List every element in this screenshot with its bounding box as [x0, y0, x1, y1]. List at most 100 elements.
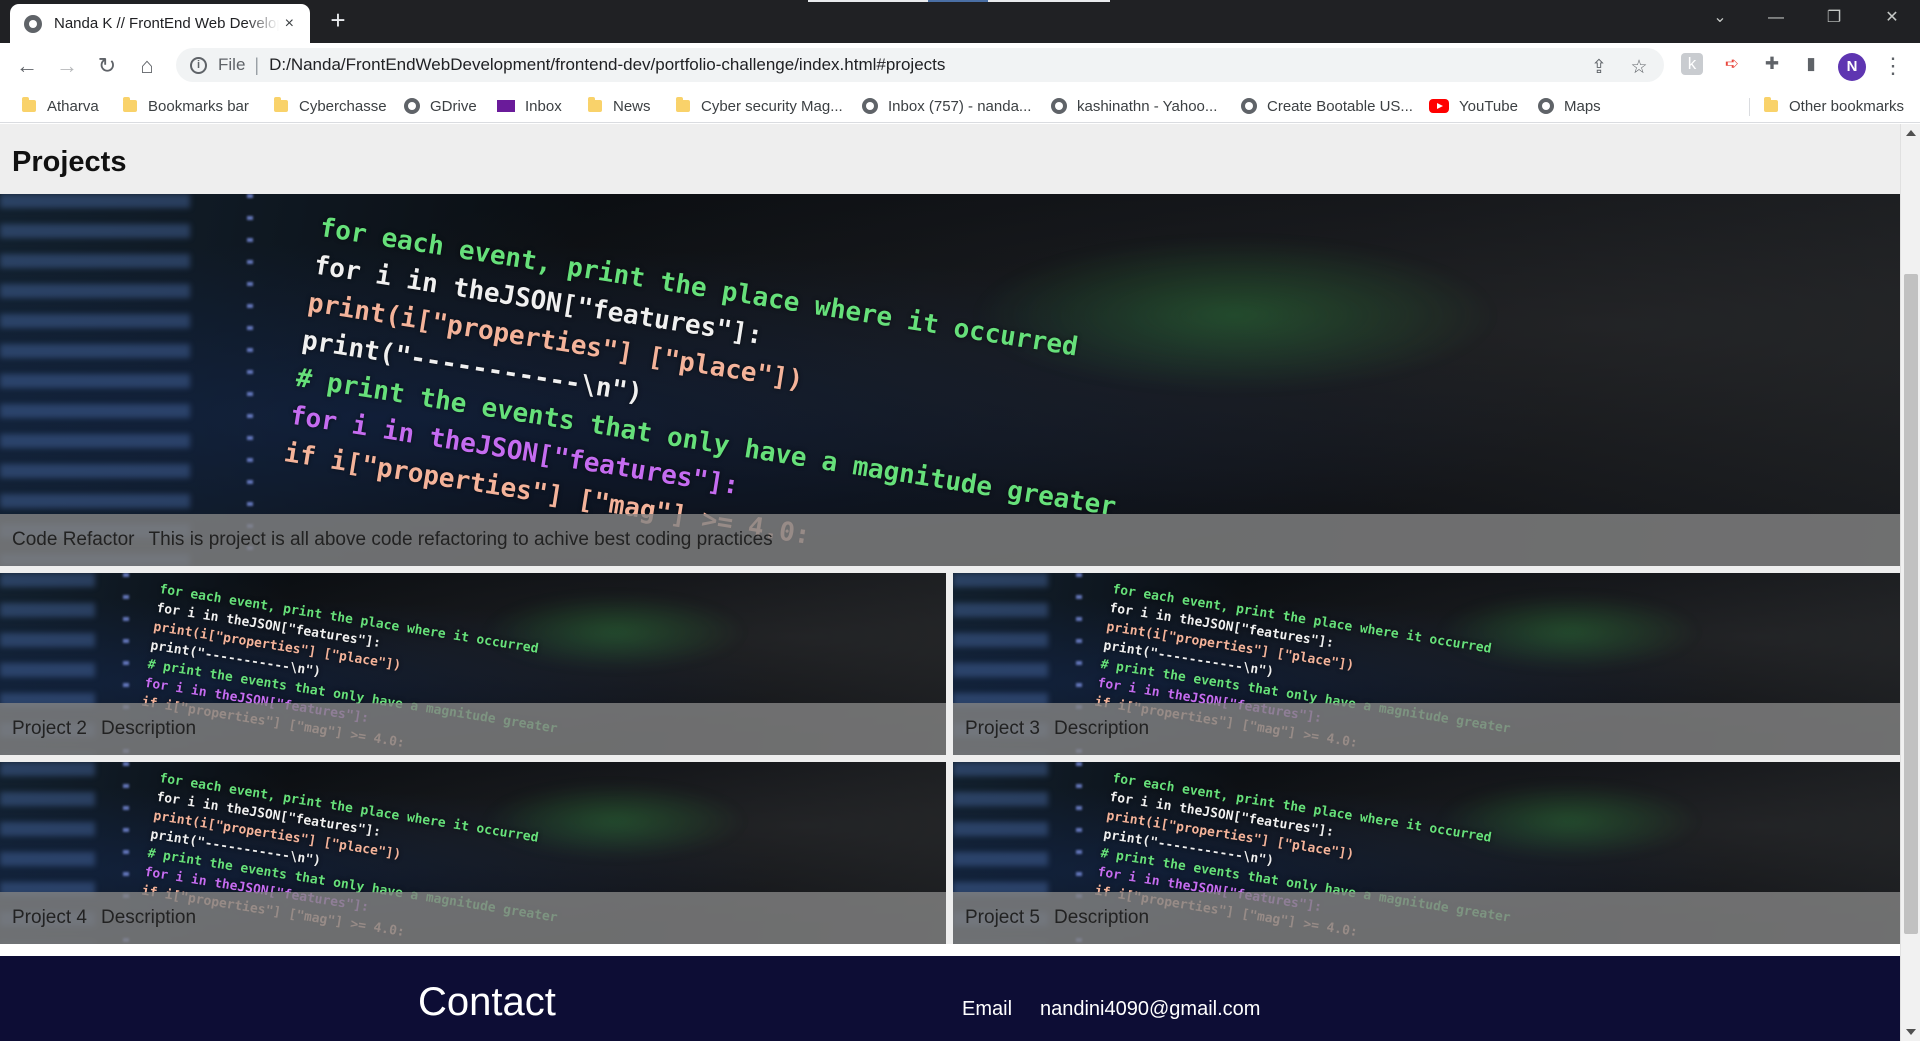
project-description: This is project is all above code refact…: [148, 529, 773, 550]
side-panel-icon[interactable]: ▮: [1800, 53, 1822, 75]
bookmark-label: Inbox: [525, 97, 562, 115]
project-card[interactable]: for each event, print the place where it…: [0, 573, 946, 755]
puzzle-icon[interactable]: ✚: [1761, 53, 1783, 75]
section-spacer: [0, 944, 1900, 956]
url-separator: |: [254, 54, 260, 75]
bookmark-label: Atharva: [47, 97, 99, 115]
page-viewport: Projects for each event, print the place…: [0, 124, 1920, 1041]
folder-icon: [123, 97, 137, 112]
bookmarks-bar: Atharva Bookmarks bar Cyberchasse GDrive…: [0, 88, 1920, 123]
code-screenshot-image: for each event, print the place where it…: [0, 194, 1900, 566]
scrollbar-thumb[interactable]: [1904, 274, 1918, 934]
forward-button[interactable]: →: [52, 51, 82, 81]
project-title: Project 2: [12, 718, 87, 739]
share-icon[interactable]: ⇪: [1586, 56, 1612, 79]
tab-strip: Nanda K // FrontEnd Web Developer × + ⌄ …: [0, 0, 1920, 43]
new-tab-button[interactable]: +: [324, 6, 352, 34]
bookmark-divider: [1749, 98, 1750, 116]
project-description: Description: [1053, 718, 1150, 739]
bookmark-item[interactable]: Create Bootable US...: [1241, 95, 1413, 117]
project-caption: Project 5 Description: [953, 892, 1900, 944]
home-button[interactable]: ⌂: [132, 51, 162, 81]
bookmark-item[interactable]: Other bookmarks: [1764, 95, 1904, 117]
project-card[interactable]: for each event, print the place where it…: [0, 194, 1900, 566]
extension-icon[interactable]: k: [1681, 53, 1703, 75]
mail-icon: [497, 100, 515, 112]
info-icon[interactable]: i: [190, 56, 207, 74]
project-card[interactable]: for each event, print the place where it…: [0, 762, 946, 944]
bookmark-label: GDrive: [430, 97, 477, 115]
bookmark-item[interactable]: Atharva: [22, 95, 99, 117]
bookmark-label: News: [613, 97, 651, 115]
bookmark-item[interactable]: Inbox: [497, 95, 562, 117]
project-title: Project 4: [12, 907, 87, 928]
folder-icon: [274, 97, 288, 112]
restore-button[interactable]: ❐: [1806, 0, 1862, 36]
project-title: Code Refactor: [12, 529, 135, 550]
project-caption: Project 4 Description: [0, 892, 946, 944]
folder-icon: [676, 97, 690, 112]
bookmark-label: Bookmarks bar: [148, 97, 249, 115]
project-title: Project 5: [965, 907, 1040, 928]
globe-icon: [24, 14, 42, 33]
bookmark-label: YouTube: [1459, 97, 1518, 115]
folder-icon: [588, 97, 602, 112]
globe-icon: [1538, 98, 1554, 114]
youtube-icon: [1429, 99, 1449, 113]
tab-strip-indicator: [988, 0, 1110, 2]
contact-heading: Contact: [418, 980, 556, 1024]
globe-icon: [1051, 98, 1067, 114]
minimize-button[interactable]: —: [1748, 0, 1804, 36]
scroll-down-arrow-icon[interactable]: [1906, 1029, 1916, 1035]
bookmark-label: Maps: [1564, 97, 1601, 115]
project-description: Description: [100, 718, 197, 739]
project-caption: Code Refactor This is project is all abo…: [0, 514, 1900, 566]
tab-search-button[interactable]: ⌄: [1692, 0, 1748, 36]
back-button[interactable]: ←: [12, 51, 42, 81]
bookmark-item[interactable]: Bookmarks bar: [123, 95, 249, 117]
bookmark-item[interactable]: YouTube: [1429, 95, 1518, 117]
globe-icon: [862, 98, 878, 114]
bookmark-item[interactable]: Cyber security Mag...: [676, 95, 843, 117]
bookmark-item[interactable]: News: [588, 95, 651, 117]
tab-strip-indicator: [808, 0, 928, 2]
bookmark-item[interactable]: Inbox (757) - nanda...: [862, 95, 1031, 117]
bookmark-label: Inbox (757) - nanda...: [888, 97, 1032, 115]
browser-toolbar: ← → ↻ ⌂ i File | D:/Nanda/FrontEndWebDev…: [0, 43, 1920, 88]
bookmark-item[interactable]: kashinathn - Yahoo...: [1051, 95, 1217, 117]
globe-icon: [404, 98, 420, 114]
bookmark-item[interactable]: Cyberchasse: [274, 95, 387, 117]
bookmark-item[interactable]: Maps: [1538, 95, 1601, 117]
url-text[interactable]: D:/Nanda/FrontEndWebDevelopment/frontend…: [269, 55, 945, 75]
close-window-button[interactable]: ✕: [1864, 0, 1920, 36]
menu-icon[interactable]: ⋮: [1880, 52, 1906, 80]
folder-icon: [1764, 97, 1778, 112]
bookmark-item[interactable]: GDrive: [404, 95, 477, 117]
contact-section: Contact Email nandini4090@gmail.com: [0, 956, 1900, 1041]
reload-button[interactable]: ↻: [92, 51, 122, 81]
folder-icon: [22, 97, 36, 112]
project-card[interactable]: for each event, print the place where it…: [953, 573, 1900, 755]
avatar[interactable]: N: [1838, 53, 1866, 81]
bookmark-label: Create Bootable US...: [1267, 97, 1413, 115]
active-tab[interactable]: Nanda K // FrontEnd Web Developer ×: [10, 4, 310, 43]
page-scrollbar[interactable]: [1900, 124, 1920, 1041]
project-description: Description: [1053, 907, 1150, 928]
bookmark-label: Cyber security Mag...: [701, 97, 843, 115]
bookmark-label: Cyberchasse: [299, 97, 387, 115]
project-card[interactable]: for each event, print the place where it…: [953, 762, 1900, 944]
url-scheme: File: [218, 55, 246, 74]
tab-title: Nanda K // FrontEnd Web Developer: [54, 15, 279, 32]
extension-icon[interactable]: ➪: [1721, 53, 1743, 75]
bookmark-star-icon[interactable]: ☆: [1626, 56, 1652, 79]
scroll-up-arrow-icon[interactable]: [1906, 130, 1916, 136]
address-bar[interactable]: i File | D:/Nanda/FrontEndWebDevelopment…: [176, 48, 1664, 82]
email-link[interactable]: nandini4090@gmail.com: [1040, 998, 1260, 1021]
close-icon[interactable]: ×: [279, 15, 300, 33]
bookmark-label: Other bookmarks: [1789, 97, 1905, 115]
page-title: Projects: [12, 146, 127, 178]
tab-strip-indicator: [928, 0, 988, 2]
project-caption: Project 3 Description: [953, 703, 1900, 755]
bookmark-label: kashinathn - Yahoo...: [1077, 97, 1218, 115]
project-title: Project 3: [965, 718, 1040, 739]
